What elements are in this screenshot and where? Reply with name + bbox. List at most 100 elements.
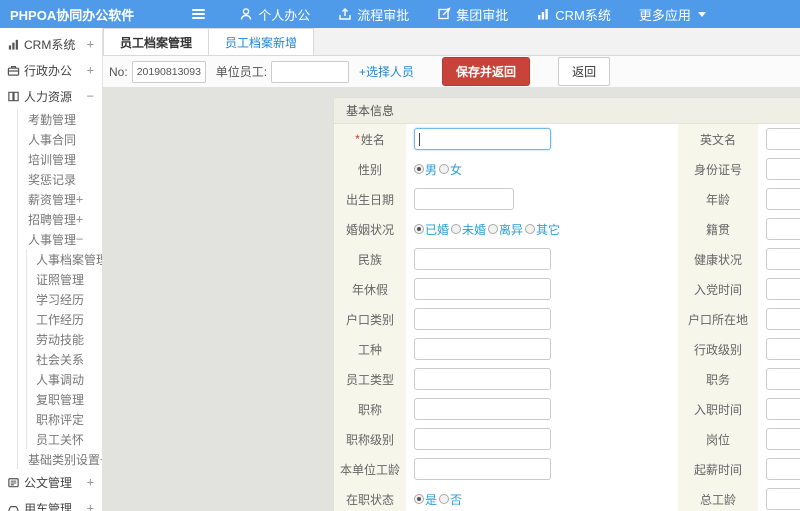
field-label: 工种 bbox=[334, 334, 406, 364]
sidebar-item-0[interactable]: CRM系统 + bbox=[0, 31, 102, 57]
radio-已婚[interactable] bbox=[414, 224, 424, 234]
car-icon bbox=[6, 501, 20, 511]
radio-男[interactable] bbox=[414, 164, 424, 174]
field-input-cell bbox=[758, 304, 800, 334]
sidebar-leaf-item-6[interactable]: 人事调动 bbox=[27, 369, 102, 389]
right-text-input[interactable] bbox=[766, 368, 800, 390]
field-input-cell bbox=[406, 124, 678, 154]
sidebar-item-2[interactable]: 人力资源 − bbox=[0, 83, 102, 109]
sidebar-subitem-5[interactable]: 招聘管理 + bbox=[18, 209, 102, 229]
sidebar-leaf-item-2[interactable]: 学习经历 bbox=[27, 289, 102, 309]
left-text-input[interactable] bbox=[414, 338, 551, 360]
expand-plus-icon[interactable]: + bbox=[87, 37, 94, 51]
sidebar-subitem-6[interactable]: 人事管理 − bbox=[18, 229, 102, 249]
topnav-item-3[interactable]: CRM系统 bbox=[522, 0, 625, 28]
left-text-input[interactable] bbox=[414, 368, 551, 390]
radio-否[interactable] bbox=[439, 494, 450, 504]
right-text-input[interactable] bbox=[766, 398, 800, 420]
sidebar-leaf-label: 劳动技能 bbox=[36, 332, 85, 347]
radio-label: 男 bbox=[425, 162, 438, 177]
expand-plus-icon[interactable]: + bbox=[76, 192, 83, 206]
radio-其它[interactable] bbox=[525, 224, 536, 234]
field-label: 民族 bbox=[334, 244, 406, 274]
sidebar-subitem-label: 奖惩记录 bbox=[28, 172, 77, 187]
right-text-input[interactable] bbox=[766, 158, 800, 180]
radio-是[interactable] bbox=[414, 494, 424, 504]
field-input-cell bbox=[758, 184, 800, 214]
sidebar-leaf-item-1[interactable]: 证照管理 bbox=[27, 269, 102, 289]
left-radio-group: 已婚 未婚 离异 其它 bbox=[414, 221, 562, 238]
field-label: 性别 bbox=[334, 154, 406, 184]
topnav-item-0[interactable]: 个人办公 bbox=[225, 0, 324, 28]
field-input-cell bbox=[406, 184, 678, 214]
left-date-input[interactable] bbox=[414, 188, 514, 210]
tab-1[interactable]: 员工档案新增 bbox=[209, 28, 315, 55]
sidebar-leaf-item-8[interactable]: 职称评定 bbox=[27, 409, 102, 429]
left-text-input[interactable] bbox=[414, 428, 551, 450]
collapse-minus-icon[interactable]: − bbox=[76, 232, 83, 246]
field-label: 年龄 bbox=[678, 184, 758, 214]
sidebar-item-3[interactable]: 公文管理 + bbox=[0, 469, 102, 495]
expand-plus-icon[interactable]: + bbox=[87, 63, 94, 77]
field-label: 入职时间 bbox=[678, 394, 758, 424]
field-label: 职务 bbox=[678, 364, 758, 394]
right-text-input[interactable] bbox=[766, 428, 800, 450]
right-text-input[interactable] bbox=[766, 278, 800, 300]
sidebar-submenu: 考勤管理 人事合同培训管理奖惩记录薪资管理 + 招聘管理 + 人事管理 − 人事档案管理 证照管… bbox=[17, 109, 102, 469]
expand-plus-icon[interactable]: + bbox=[87, 475, 94, 489]
right-text-input[interactable] bbox=[766, 188, 800, 210]
sidebar-subitem-4[interactable]: 薪资管理 + bbox=[18, 189, 102, 209]
right-text-input[interactable] bbox=[766, 218, 800, 240]
sidebar-subitem-7[interactable]: 基础类别设置+ bbox=[18, 449, 102, 469]
sidebar-subitem-2[interactable]: 培训管理 bbox=[18, 149, 102, 169]
field-input-cell bbox=[758, 364, 800, 394]
field-input-cell bbox=[758, 484, 800, 511]
radio-未婚[interactable] bbox=[451, 224, 462, 234]
right-text-input[interactable] bbox=[766, 458, 800, 480]
menu-icon[interactable] bbox=[192, 9, 206, 19]
sidebar-leaf-item-3[interactable]: 工作经历 bbox=[27, 309, 102, 329]
right-text-input[interactable] bbox=[766, 248, 800, 270]
topnav-label: CRM系统 bbox=[555, 7, 611, 23]
sidebar-leaf-item-0[interactable]: 人事档案管理 bbox=[27, 249, 102, 269]
left-text-input[interactable] bbox=[414, 278, 551, 300]
radio-离异[interactable] bbox=[488, 224, 499, 234]
topnav-item-4[interactable]: 更多应用 bbox=[625, 0, 720, 28]
radio-女[interactable] bbox=[439, 164, 450, 174]
field-input-cell bbox=[406, 274, 678, 304]
save-and-return-button[interactable]: 保存并返回 bbox=[442, 57, 531, 86]
sidebar-subitem-0[interactable]: 考勤管理 bbox=[18, 109, 102, 129]
expand-plus-icon[interactable]: + bbox=[76, 212, 83, 226]
sidebar-leaf-item-5[interactable]: 社会关系 bbox=[27, 349, 102, 369]
select-person-link[interactable]: +选择人员 bbox=[359, 63, 414, 80]
right-text-input[interactable] bbox=[766, 128, 800, 150]
tab-0[interactable]: 员工档案管理 bbox=[103, 28, 210, 55]
right-text-input[interactable] bbox=[766, 338, 800, 360]
right-text-input[interactable] bbox=[766, 488, 800, 510]
field-label: 本单位工龄 bbox=[334, 454, 406, 484]
sidebar-subitem-label: 培训管理 bbox=[28, 152, 77, 167]
left-text-input[interactable] bbox=[414, 398, 551, 420]
left-text-input[interactable] bbox=[414, 458, 551, 480]
collapse-minus-icon[interactable]: − bbox=[87, 89, 94, 103]
topnav-item-1[interactable]: 流程审批 bbox=[324, 0, 423, 28]
field-input-cell: 已婚 未婚 离异 其它 bbox=[406, 214, 678, 244]
sidebar-subitem-3[interactable]: 奖惩记录 bbox=[18, 169, 102, 189]
left-text-input[interactable] bbox=[414, 308, 551, 330]
sidebar-item-4[interactable]: 用车管理 + bbox=[0, 495, 102, 511]
sidebar-subitem-1[interactable]: 人事合同 bbox=[18, 129, 102, 149]
sidebar-leaf-item-7[interactable]: 复职管理 bbox=[27, 389, 102, 409]
topnav-label: 个人办公 bbox=[258, 7, 311, 23]
return-button[interactable]: 返回 bbox=[558, 57, 611, 86]
sidebar-item-1[interactable]: 行政办公 + bbox=[0, 57, 102, 83]
unit-employee-input[interactable] bbox=[271, 60, 350, 83]
left-text-input[interactable] bbox=[414, 248, 551, 270]
no-input[interactable] bbox=[131, 60, 206, 83]
sidebar-leaf-item-9[interactable]: 员工关怀 bbox=[27, 429, 102, 449]
sidebar-subitem-label: 基础类别设置 bbox=[28, 452, 101, 467]
left-text-input[interactable] bbox=[414, 128, 551, 150]
right-text-input[interactable] bbox=[766, 308, 800, 330]
topnav-item-2[interactable]: 集团审批 bbox=[423, 0, 522, 28]
sidebar-leaf-item-4[interactable]: 劳动技能 bbox=[27, 329, 102, 349]
expand-plus-icon[interactable]: + bbox=[87, 501, 94, 511]
